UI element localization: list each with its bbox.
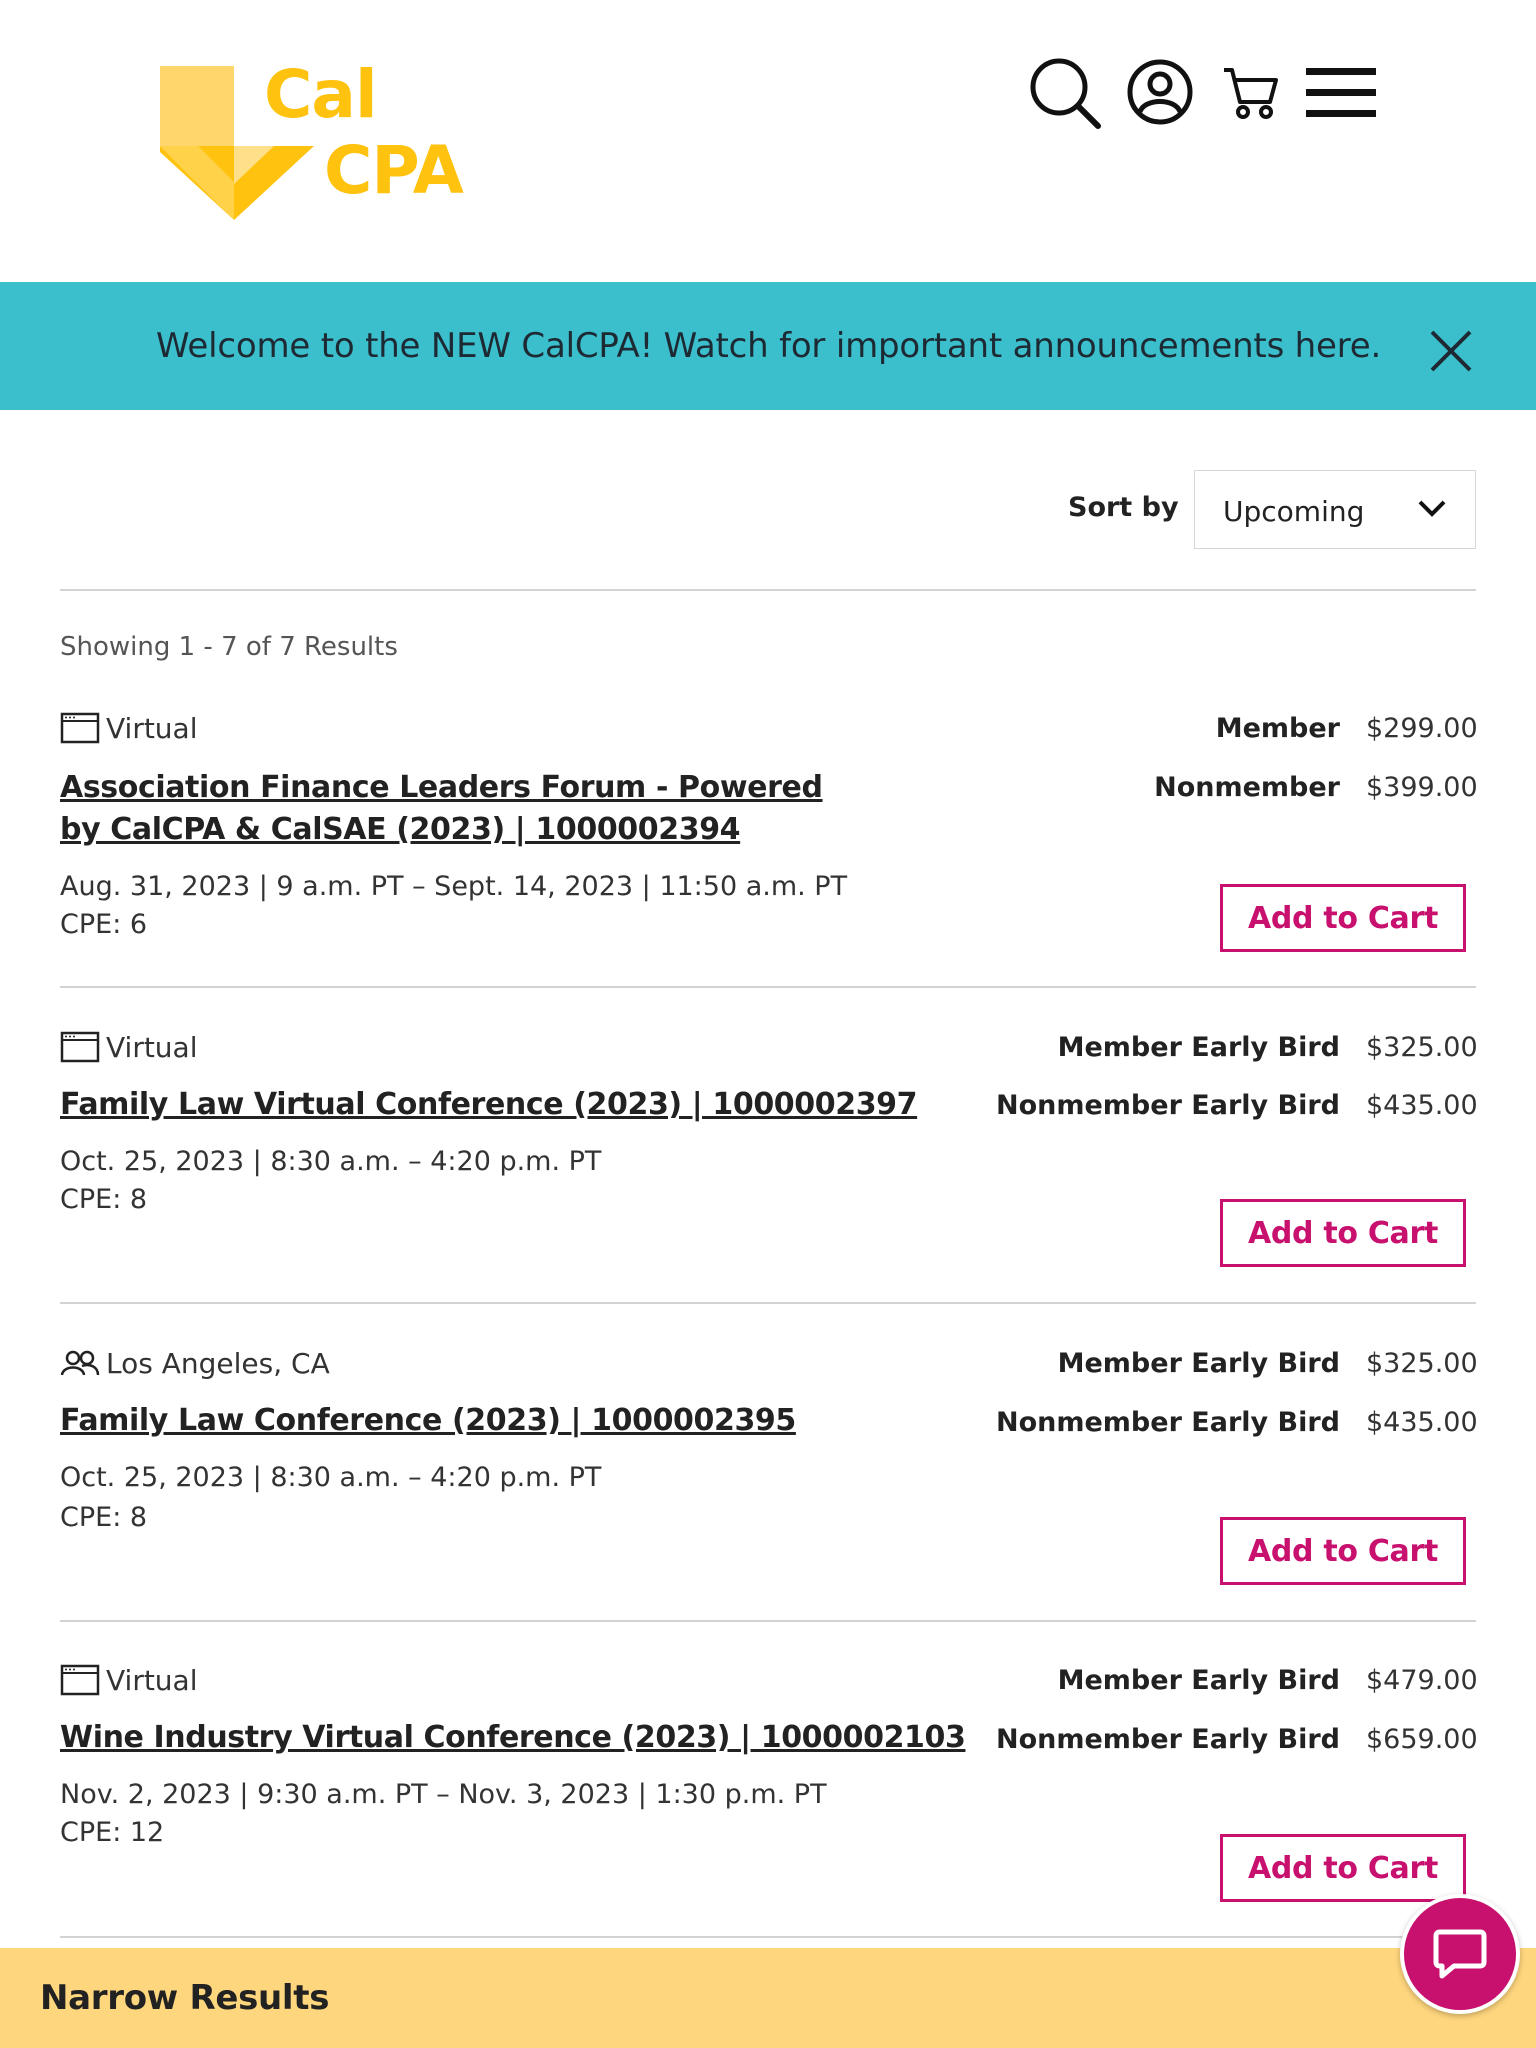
price-label: Member Early Bird xyxy=(1057,1031,1340,1063)
location-text: Virtual xyxy=(106,1663,198,1697)
event-title-link[interactable]: Association Finance Leaders Forum - Powe… xyxy=(60,767,860,851)
price-label: Member Early Bird xyxy=(1057,1664,1340,1696)
close-icon[interactable] xyxy=(1428,328,1474,374)
event-cpe: CPE: 8 xyxy=(60,1502,148,1533)
add-to-cart-button[interactable]: Add to Cart xyxy=(1220,1517,1466,1585)
chevron-down-icon xyxy=(1418,500,1446,517)
event-cpe: CPE: 12 xyxy=(60,1817,165,1848)
people-icon xyxy=(60,1350,100,1376)
event-location: Virtual xyxy=(60,1030,198,1064)
cart-icon[interactable] xyxy=(1222,66,1278,120)
add-to-cart-button[interactable]: Add to Cart xyxy=(1220,1199,1466,1267)
sort-select[interactable]: Upcoming xyxy=(1194,470,1476,549)
site-header: Cal CPA xyxy=(0,0,1536,282)
price-nonmember-early-bird: Nonmember Early Bird $659.00 xyxy=(995,1722,1478,1756)
price-label: Nonmember Early Bird xyxy=(995,1723,1340,1755)
menu-icon[interactable] xyxy=(1306,68,1376,118)
narrow-results-label: Narrow Results xyxy=(40,1978,330,2018)
logo-text-cal: Cal xyxy=(264,56,378,133)
location-text: Los Angeles, CA xyxy=(106,1346,330,1380)
browser-icon xyxy=(60,1664,100,1696)
logo-text-cpa: CPA xyxy=(324,132,464,209)
event-item: Virtual Association Finance Leaders Foru… xyxy=(60,711,1478,987)
narrow-results-bar[interactable]: Narrow Results xyxy=(0,1948,1536,2048)
event-title-link[interactable]: Family Law Conference (2023) | 100000239… xyxy=(60,1400,960,1442)
location-text: Virtual xyxy=(106,711,198,745)
price-value: $479.00 xyxy=(1366,1664,1478,1696)
add-to-cart-button[interactable]: Add to Cart xyxy=(1220,1834,1466,1902)
event-title-link[interactable]: Wine Industry Virtual Conference (2023) … xyxy=(60,1717,1000,1759)
event-cpe: CPE: 6 xyxy=(60,909,148,940)
divider xyxy=(60,1936,1476,1938)
price-value: $435.00 xyxy=(1366,1089,1478,1121)
divider xyxy=(60,1302,1476,1304)
price-member-early-bird: Member Early Bird $325.00 xyxy=(1057,1346,1478,1380)
price-label: Member xyxy=(1215,712,1340,744)
event-location: Virtual xyxy=(60,1663,198,1697)
price-value: $325.00 xyxy=(1366,1347,1478,1379)
announcement-banner: Welcome to the NEW CalCPA! Watch for imp… xyxy=(0,282,1536,410)
browser-icon xyxy=(60,1031,100,1063)
price-label: Nonmember xyxy=(1154,771,1340,803)
event-title-link[interactable]: Family Law Virtual Conference (2023) | 1… xyxy=(60,1084,960,1126)
event-location: Los Angeles, CA xyxy=(60,1346,330,1380)
divider xyxy=(60,1620,1476,1622)
event-location: Virtual xyxy=(60,711,198,745)
price-label: Member Early Bird xyxy=(1057,1347,1340,1379)
price-value: $399.00 xyxy=(1366,771,1478,803)
event-cpe: CPE: 8 xyxy=(60,1184,148,1215)
add-to-cart-button[interactable]: Add to Cart xyxy=(1220,884,1466,952)
price-value: $659.00 xyxy=(1366,1723,1478,1755)
event-item: Virtual Wine Industry Virtual Conference… xyxy=(60,1663,1478,1939)
chat-button[interactable] xyxy=(1400,1894,1520,2014)
divider xyxy=(60,986,1476,988)
event-date: Nov. 2, 2023 | 9:30 a.m. PT – Nov. 3, 20… xyxy=(60,1779,827,1810)
price-nonmember: Nonmember $399.00 xyxy=(1154,770,1478,804)
price-value: $299.00 xyxy=(1366,712,1478,744)
banner-text: Welcome to the NEW CalCPA! Watch for imp… xyxy=(156,326,1382,366)
event-item: Virtual Family Law Virtual Conference (2… xyxy=(60,1030,1478,1306)
calcpa-logo[interactable]: Cal CPA xyxy=(158,62,488,222)
results-count: Showing 1 - 7 of 7 Results xyxy=(60,632,398,662)
price-value: $325.00 xyxy=(1366,1031,1478,1063)
price-nonmember-early-bird: Nonmember Early Bird $435.00 xyxy=(995,1088,1478,1122)
event-date: Oct. 25, 2023 | 8:30 a.m. – 4:20 p.m. PT xyxy=(60,1146,602,1177)
price-member: Member $299.00 xyxy=(1215,711,1478,745)
event-item: Los Angeles, CA Family Law Conference (2… xyxy=(60,1346,1478,1622)
event-date: Oct. 25, 2023 | 8:30 a.m. – 4:20 p.m. PT xyxy=(60,1462,602,1493)
price-label: Nonmember Early Bird xyxy=(995,1406,1340,1438)
sort-selected-value: Upcoming xyxy=(1223,495,1365,528)
price-member-early-bird: Member Early Bird $325.00 xyxy=(1057,1030,1478,1064)
browser-icon xyxy=(60,712,100,744)
search-icon[interactable] xyxy=(1028,56,1102,130)
price-value: $435.00 xyxy=(1366,1406,1478,1438)
chat-icon xyxy=(1433,1929,1487,1979)
sort-by-label: Sort by xyxy=(1068,492,1179,523)
price-label: Nonmember Early Bird xyxy=(995,1089,1340,1121)
account-icon[interactable] xyxy=(1126,58,1194,126)
price-nonmember-early-bird: Nonmember Early Bird $435.00 xyxy=(995,1405,1478,1439)
location-text: Virtual xyxy=(106,1030,198,1064)
price-member-early-bird: Member Early Bird $479.00 xyxy=(1057,1663,1478,1697)
event-date: Aug. 31, 2023 | 9 a.m. PT – Sept. 14, 20… xyxy=(60,871,848,902)
divider xyxy=(60,589,1476,591)
